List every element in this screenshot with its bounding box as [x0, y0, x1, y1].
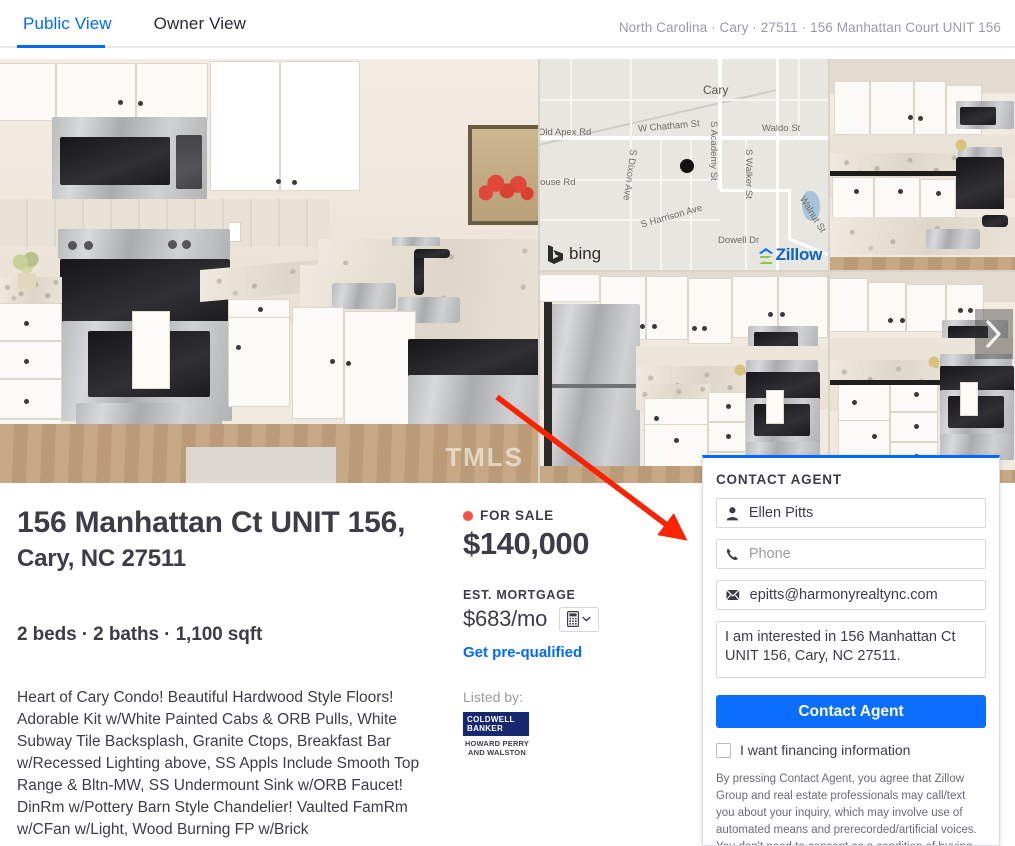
- zillow-attribution: Zillow: [758, 245, 822, 265]
- broker-logo-line-1: COLDWELL: [467, 715, 515, 724]
- listed-by-label: Listed by:: [463, 689, 523, 705]
- get-prequalified-link[interactable]: Get pre-qualified: [463, 644, 688, 661]
- address-line-1: 156 Manhattan Ct UNIT 156,: [17, 506, 406, 539]
- est-mortgage-label: EST. MORTGAGE: [463, 588, 576, 602]
- contact-agent-submit-button[interactable]: Contact Agent: [716, 695, 986, 728]
- map-label-dowell-dr: Dowell Dr: [718, 235, 760, 246]
- page-title: 156 Manhattan Ct UNIT 156, Cary, NC 2751…: [17, 504, 427, 574]
- hero-photo[interactable]: TMLS: [0, 59, 538, 483]
- gallery-next-button[interactable]: [975, 309, 1013, 359]
- tab-owner-view[interactable]: Owner View: [148, 13, 252, 48]
- phone-input[interactable]: [746, 545, 976, 563]
- map-label-cary: Cary: [703, 83, 729, 97]
- tab-underline: [0, 46, 1015, 48]
- kitchen-image-4: [830, 272, 1015, 483]
- broker-logo: COLDWELL BANKER HOWARD PERRY AND WALSTON: [463, 712, 531, 757]
- view-tabs: Public View Owner View: [17, 13, 252, 48]
- zillow-label: Zillow: [775, 245, 823, 264]
- top-bar: Public View Owner View North Carolina · …: [0, 0, 1015, 59]
- kitchen-image-3: [540, 272, 828, 483]
- map-label-s-dixon-ave: S Dixon Ave: [620, 148, 639, 202]
- contact-agent-panel: CONTACT AGENT Contact Agent I want finan…: [702, 455, 1000, 846]
- name-input[interactable]: [746, 504, 976, 522]
- listing-price: $140,000: [463, 526, 590, 561]
- map-label-waldo-st: Waldo St: [762, 123, 801, 134]
- phone-field[interactable]: [716, 539, 986, 569]
- map-canvas: Cary W Chatham St Waldo St Old Apex Rd S…: [540, 59, 828, 270]
- kitchen-image-1: TMLS: [0, 59, 538, 483]
- map-label-old-apex-rd: Old Apex Rd: [540, 127, 592, 138]
- status-label: FOR SALE: [480, 508, 554, 523]
- est-mortgage-amount: $683/mo: [463, 606, 548, 631]
- chevron-down-icon: [582, 616, 591, 622]
- message-field[interactable]: [716, 621, 986, 683]
- tab-active-indicator: [17, 45, 105, 48]
- financing-checkbox-row[interactable]: I want financing information: [716, 742, 986, 758]
- broker-logo-box: COLDWELL BANKER: [463, 712, 529, 736]
- contact-agent-title: CONTACT AGENT: [716, 472, 842, 487]
- chevron-right-icon: [986, 320, 1001, 348]
- financing-checkbox[interactable]: [716, 742, 731, 758]
- kitchen-image-2: [830, 59, 1015, 270]
- status-dot-icon: [463, 510, 473, 521]
- photo-gallery: TMLS Cary W Chatham St Waldo St Old Apex…: [0, 59, 1015, 483]
- est-mortgage-row: $683/mo: [463, 606, 688, 632]
- map-marker: [680, 159, 694, 173]
- broker-sub-line-1: HOWARD PERRY: [464, 739, 530, 748]
- breadcrumb[interactable]: North Carolina · Cary · 27511 · 156 Manh…: [619, 20, 1001, 35]
- person-icon: [726, 506, 739, 520]
- property-description: Heart of Cary Condo! Beautiful Hardwood …: [17, 689, 420, 838]
- calculator-icon: [567, 611, 580, 627]
- price-column: FOR SALE $140,000 EST. MORTGAGE $683/mo: [463, 508, 688, 757]
- bing-label: bing: [569, 244, 602, 263]
- gallery-photo-3[interactable]: [540, 272, 828, 483]
- phone-icon: [726, 548, 738, 560]
- map-label-s-academy-st: S Academy St: [708, 121, 719, 181]
- financing-checkbox-label: I want financing information: [740, 742, 911, 758]
- envelope-icon: [726, 589, 740, 601]
- broker-logo-line-2: BANKER: [467, 724, 504, 733]
- tab-public-view[interactable]: Public View: [17, 13, 118, 48]
- map-label-louse-rd: louse Rd: [540, 177, 576, 188]
- gallery-photo-2[interactable]: [830, 59, 1015, 270]
- property-facts: 2 beds · 2 baths · 1,100 sqft: [17, 624, 263, 645]
- status-badge: FOR SALE: [463, 508, 688, 523]
- photo-watermark: TMLS: [445, 442, 524, 472]
- mortgage-calculator-button[interactable]: [559, 606, 600, 632]
- bing-logo-icon: [548, 244, 563, 264]
- bing-attribution: bing: [547, 244, 601, 264]
- email-input[interactable]: [747, 586, 976, 604]
- legal-disclaimer: By pressing Contact Agent, you agree tha…: [716, 773, 977, 845]
- gallery-photo-4[interactable]: [830, 272, 1015, 483]
- message-textarea[interactable]: [716, 621, 986, 678]
- map-label-s-walker-st: S Walker St: [743, 149, 754, 199]
- broker-sub-line-2: AND WALSTON: [468, 748, 526, 757]
- email-field[interactable]: [716, 580, 986, 610]
- map-thumbnail[interactable]: Cary W Chatham St Waldo St Old Apex Rd S…: [540, 59, 828, 270]
- address-line-2: Cary, NC 27511: [17, 544, 186, 572]
- map-label-s-harrison-ave: S Harrison Ave: [639, 202, 704, 231]
- name-field[interactable]: [716, 498, 986, 528]
- zillow-logo-icon: [758, 247, 773, 264]
